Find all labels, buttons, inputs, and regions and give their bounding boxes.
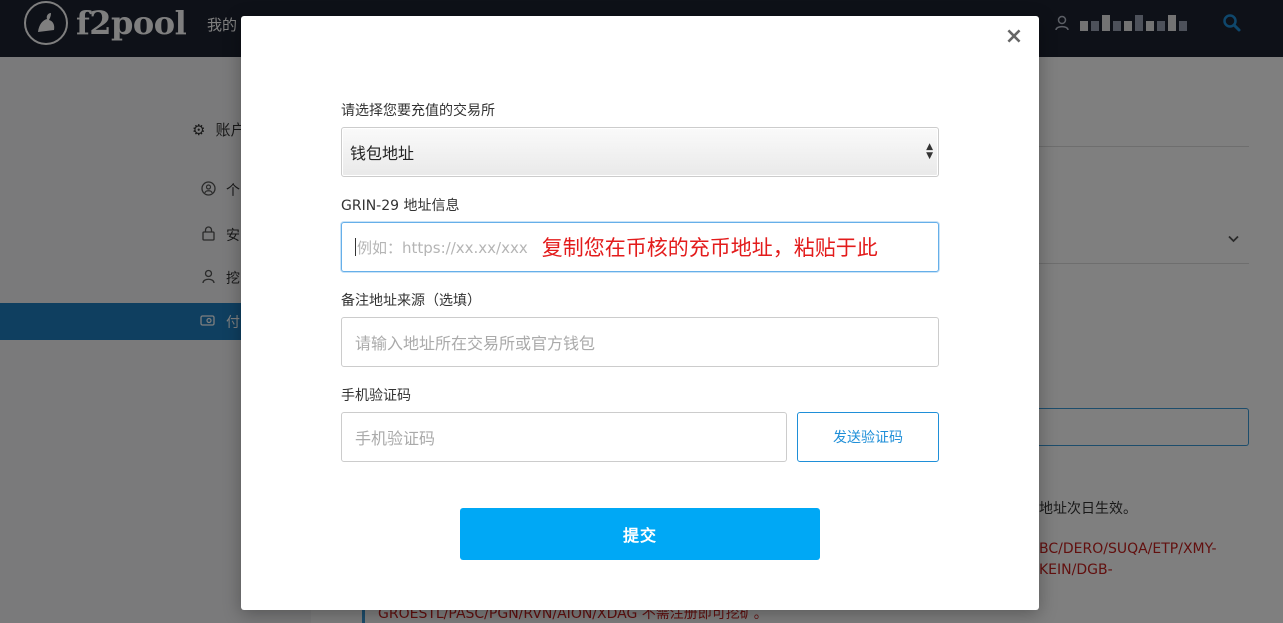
remark-input[interactable]: 请输入地址所在交易所或官方钱包 <box>341 317 939 367</box>
exchange-label: 请选择您要充值的交易所 <box>341 103 495 119</box>
address-label: GRIN-29 地址信息 <box>341 198 460 214</box>
address-placeholder: 例如：https://xx.xx/xxx <box>357 238 528 257</box>
recharge-address-modal: × 请选择您要充值的交易所 钱包地址 ▲ ▼ GRIN-29 地址信息 例如：ht… <box>241 16 1039 610</box>
select-arrows-icon: ▲ ▼ <box>926 142 933 161</box>
code-placeholder: 手机验证码 <box>355 429 436 448</box>
sms-code-input[interactable]: 手机验证码 <box>341 412 787 462</box>
exchange-selected-value: 钱包地址 <box>350 144 415 163</box>
code-label: 手机验证码 <box>341 388 411 404</box>
submit-button[interactable]: 提交 <box>460 508 820 560</box>
close-icon[interactable]: × <box>1003 26 1025 48</box>
exchange-select[interactable]: 钱包地址 ▲ ▼ <box>341 127 939 177</box>
remark-placeholder: 请输入地址所在交易所或官方钱包 <box>355 334 596 353</box>
address-annotation: 复制您在币核的充币地址，粘贴于此 <box>541 236 878 260</box>
text-caret <box>355 238 356 256</box>
remark-label: 备注地址来源（选填） <box>341 293 481 309</box>
address-input[interactable]: 例如：https://xx.xx/xxx 复制您在币核的充币地址，粘贴于此 <box>341 222 939 272</box>
send-code-button[interactable]: 发送验证码 <box>797 412 939 462</box>
